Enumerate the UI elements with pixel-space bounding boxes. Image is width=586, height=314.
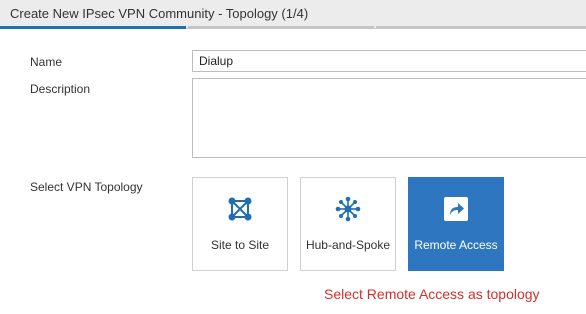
- topology-option-remote-access[interactable]: Remote Access: [408, 177, 504, 271]
- wizard-progress: [0, 26, 586, 29]
- name-label: Name: [30, 55, 63, 69]
- topology-option-site-to-site[interactable]: Site to Site: [192, 177, 288, 271]
- wizard-header: Create New IPsec VPN Community - Topolog…: [0, 0, 586, 29]
- remote-access-icon: [444, 197, 468, 221]
- topology-option-label: Site to Site: [210, 238, 270, 252]
- description-label: Description: [30, 82, 91, 96]
- site-to-site-icon: [228, 197, 252, 221]
- topology-option-hub-and-spoke[interactable]: Hub-and-Spoke: [300, 177, 396, 271]
- description-textarea[interactable]: [192, 78, 586, 158]
- progress-step-3: [376, 26, 586, 29]
- hub-and-spoke-icon: [335, 196, 361, 222]
- progress-step-1: [0, 26, 186, 29]
- name-input[interactable]: [192, 50, 586, 72]
- topology-option-label: Remote Access: [414, 238, 498, 252]
- progress-step-2: [188, 26, 374, 29]
- topology-label: Select VPN Topology: [30, 180, 143, 194]
- topology-option-label: Hub-and-Spoke: [305, 238, 391, 252]
- annotation-text: Select Remote Access as topology: [324, 286, 540, 302]
- wizard-title: Create New IPsec VPN Community - Topolog…: [10, 6, 309, 21]
